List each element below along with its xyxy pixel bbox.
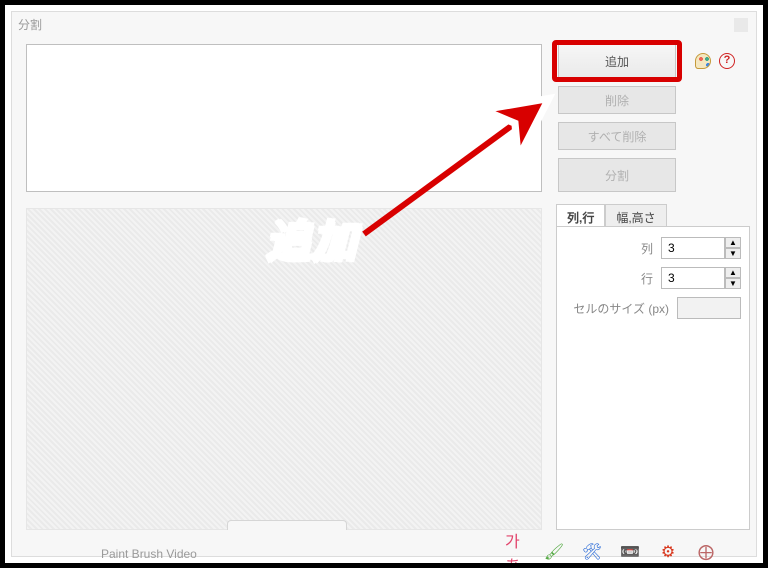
footer-icon-tag[interactable]: 📼 [619, 541, 641, 563]
cols-up[interactable]: ▲ [725, 237, 741, 248]
split-button: 分割 [558, 158, 676, 192]
panel-corner-square [734, 18, 748, 32]
cols-row: 列 ▲ ▼ [565, 237, 741, 259]
footer-text: Paint Brush Video [101, 547, 197, 561]
rows-label: 行 [641, 270, 653, 287]
cols-stepper[interactable]: ▲ ▼ [661, 237, 741, 259]
button-column: 追加 削除 すべて削除 分割 [558, 44, 676, 200]
cellsize-input [677, 297, 741, 319]
panel-title: 分割 [18, 16, 42, 33]
footer-icon-person[interactable]: 🛠 [581, 541, 603, 563]
help-icon[interactable]: ? [718, 52, 736, 70]
rows-row: 行 ▲ ▼ [565, 267, 741, 289]
preview-area [26, 208, 542, 530]
footer-icon-lang[interactable]: 가あ [505, 541, 527, 563]
toolbar-icons: ? [694, 52, 736, 70]
rows-stepper[interactable]: ▲ ▼ [661, 267, 741, 289]
add-button[interactable]: 追加 [558, 44, 676, 78]
footer-icon-brush[interactable]: 🖌 [543, 541, 565, 563]
rows-up[interactable]: ▲ [725, 267, 741, 278]
footer-icons: 가あ 🖌 🛠 📼 ⚙ ⨁ [505, 541, 717, 563]
image-drop-area[interactable] [26, 44, 542, 192]
cols-label: 列 [641, 240, 653, 257]
delete-button: 削除 [558, 86, 676, 114]
preview-handle[interactable] [227, 520, 347, 530]
footer-icon-gear[interactable]: ⚙ [657, 541, 679, 563]
footer-icon-globe[interactable]: ⨁ [695, 541, 717, 563]
delete-all-button: すべて削除 [558, 122, 676, 150]
options-panel: 列 ▲ ▼ 行 ▲ ▼ [556, 226, 750, 530]
app-frame: 分割 追加 削除 すべて削除 分割 ? 列,行 幅,高さ 列 [0, 0, 768, 568]
cellsize-row: セルのサイズ (px) [565, 297, 741, 319]
cellsize-stepper [677, 297, 741, 319]
split-panel: 分割 追加 削除 すべて削除 分割 ? 列,行 幅,高さ 列 [11, 11, 757, 557]
cols-down[interactable]: ▼ [725, 248, 741, 259]
cellsize-label: セルのサイズ (px) [573, 300, 669, 317]
rows-input[interactable] [661, 267, 725, 289]
palette-icon[interactable] [694, 52, 712, 70]
cols-input[interactable] [661, 237, 725, 259]
rows-down[interactable]: ▼ [725, 278, 741, 289]
